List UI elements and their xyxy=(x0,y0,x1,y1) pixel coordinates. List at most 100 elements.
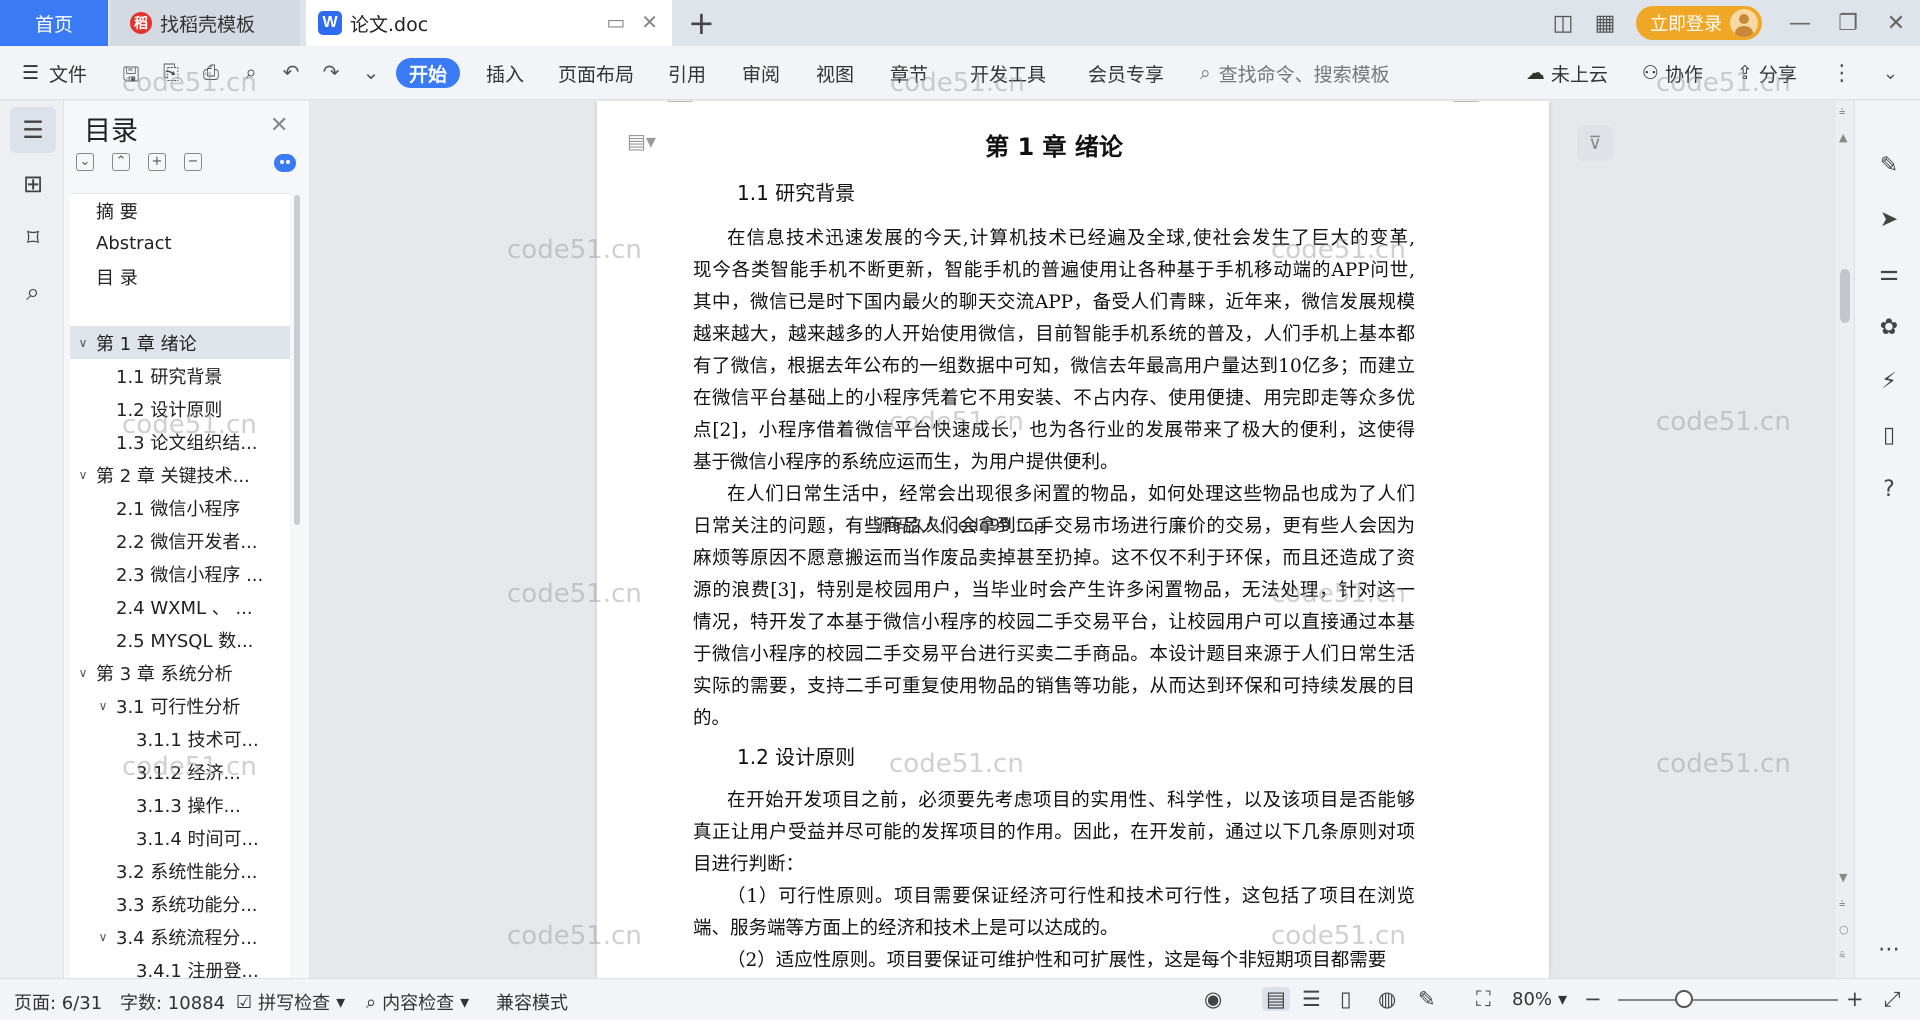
toc-item[interactable]: 2.1 微信小程序 xyxy=(70,491,290,524)
command-search[interactable]: ⌕ 查找命令、搜索模板 xyxy=(1200,58,1390,88)
navigation-pane-icon[interactable]: ⊞ xyxy=(10,161,56,207)
tab-document[interactable]: W 论文.doc ▭ ✕ xyxy=(306,0,672,46)
zoom-slider[interactable] xyxy=(1618,999,1838,1001)
toc-item[interactable]: Abstract xyxy=(70,227,290,260)
print-icon[interactable]: ⎙ xyxy=(198,60,224,94)
menu-member[interactable]: 会员专享 xyxy=(1088,58,1164,88)
apps-grid-icon[interactable]: ▦ xyxy=(1584,11,1626,36)
cloud-status[interactable]: ☁ 未上云 xyxy=(1526,60,1608,87)
save-icon[interactable]: 🖫 xyxy=(118,60,144,94)
content-check-button[interactable]: ⌕ 内容检查 ▾ xyxy=(366,989,469,1015)
reading-view-icon[interactable]: ▯ xyxy=(1340,987,1352,1011)
layout-icon[interactable]: ◫ xyxy=(1542,11,1584,36)
toc-item[interactable]: 3.1.1 技术可... xyxy=(70,722,290,755)
page-view-icon[interactable]: ▤ xyxy=(1262,987,1290,1011)
toc-item[interactable]: 1.1 研究背景 xyxy=(70,359,290,392)
document-page[interactable]: ▤▾ 第 1 章 绪论 1.1 研究背景 在信息技术迅速发展的今天,计算机技术已… xyxy=(597,101,1549,978)
monitor-icon[interactable]: ▭ xyxy=(606,10,625,34)
menu-review[interactable]: 审阅 xyxy=(742,58,780,88)
paragraph-menu-icon[interactable]: ▤▾ xyxy=(627,129,656,153)
menu-start[interactable]: 开始 xyxy=(396,58,460,88)
filter-icon[interactable]: ⊽ xyxy=(1577,125,1613,161)
menu-page-layout[interactable]: 页面布局 xyxy=(558,58,634,88)
reader-icon[interactable]: ▯ xyxy=(1875,423,1903,451)
share-button[interactable]: ⇪ 分享 xyxy=(1737,60,1797,87)
undo-icon[interactable]: ↶ xyxy=(278,60,304,94)
prev-page-icon[interactable]: ⩮ xyxy=(1839,897,1845,911)
pointer-icon[interactable]: ➤ xyxy=(1875,207,1903,235)
toc-item[interactable]: 3.2 系统性能分... xyxy=(70,854,290,887)
toc-item[interactable]: 3.1.2 经济... xyxy=(70,755,290,788)
toc-item[interactable]: 3.3 系统功能分... xyxy=(70,887,290,920)
page-indicator[interactable]: 页面: 6/31 xyxy=(14,989,102,1015)
sliders-icon[interactable]: ⚌ xyxy=(1875,261,1903,289)
menu-insert[interactable]: 插入 xyxy=(486,58,524,88)
scroll-top-icon[interactable]: ⩮ xyxy=(1839,105,1845,119)
close-panel-icon[interactable]: ✕ xyxy=(270,113,288,138)
outline-view-icon[interactable]: ☰ xyxy=(1302,987,1321,1011)
more-tools-icon[interactable]: ⋯ xyxy=(1875,937,1903,965)
collapse-up-icon[interactable]: ⌃ xyxy=(112,153,130,171)
menu-developer[interactable]: 开发工具 xyxy=(970,58,1046,88)
expand-chevron-icon[interactable]: ∨ xyxy=(76,666,90,680)
toc-item[interactable]: 2.4 WXML 、 ... xyxy=(70,590,290,623)
print-preview-icon[interactable]: ⌕ xyxy=(238,60,264,94)
close-window-icon[interactable]: ✕ xyxy=(1872,11,1920,36)
find-icon[interactable]: ⌕ xyxy=(10,269,56,315)
toc-item[interactable]: ∨ 第 3 章 系统分析 xyxy=(70,656,290,689)
expand-all-icon[interactable]: + xyxy=(148,153,166,171)
ai-brush-icon[interactable]: ✿ xyxy=(1875,315,1903,343)
zoom-out-icon[interactable]: − xyxy=(1584,987,1602,1011)
toc-item[interactable]: 摘 要 xyxy=(70,194,290,227)
toc-item[interactable]: ∨ 3.1 可行性分析 xyxy=(70,689,290,722)
zoom-in-icon[interactable]: + xyxy=(1846,987,1864,1011)
fullscreen-icon[interactable]: ⤢ xyxy=(1884,987,1901,1012)
eye-protection-icon[interactable]: ◉ xyxy=(1204,987,1222,1011)
customize-chevron-icon[interactable]: ⌄ xyxy=(358,60,384,94)
outline-panel-icon[interactable]: ☰ xyxy=(10,107,56,153)
expand-chevron-icon[interactable]: ∨ xyxy=(96,699,110,713)
expand-chevron-icon[interactable]: ∨ xyxy=(76,468,90,482)
toc-item[interactable]: 1.2 设计原则 xyxy=(70,392,290,425)
more-icon[interactable]: ⋮ xyxy=(1831,61,1853,86)
fit-page-icon[interactable]: ⛶ xyxy=(1476,987,1491,1012)
next-page-icon[interactable]: ⩯ xyxy=(1839,949,1845,963)
bookmark-icon[interactable]: ⌑ xyxy=(10,215,56,261)
scroll-up-icon[interactable]: ▲ xyxy=(1839,131,1847,144)
toc-item[interactable]: 2.3 微信小程序 ... xyxy=(70,557,290,590)
write-view-icon[interactable]: ✎ xyxy=(1418,987,1436,1011)
toc-item[interactable]: 2.2 微信开发者... xyxy=(70,524,290,557)
close-tab-icon[interactable]: ✕ xyxy=(641,10,658,34)
pen-icon[interactable]: ✎ xyxy=(1875,153,1903,181)
toc-item[interactable]: 目 录 xyxy=(70,260,290,293)
export-icon[interactable]: ⎘ xyxy=(158,60,184,94)
web-view-icon[interactable]: ◍ xyxy=(1378,987,1396,1011)
toc-item[interactable]: 3.1.3 操作... xyxy=(70,788,290,821)
menu-references[interactable]: 引用 xyxy=(668,58,706,88)
login-button[interactable]: 立即登录 xyxy=(1636,6,1762,40)
zoom-select[interactable]: 80% ▾ xyxy=(1512,989,1567,1010)
file-menu[interactable]: ☰ 文件 xyxy=(22,58,87,88)
help-icon[interactable]: ? xyxy=(1875,477,1903,505)
redo-icon[interactable]: ↷ xyxy=(318,60,344,94)
spell-check-button[interactable]: ☑ 拼写检查 ▾ xyxy=(236,989,345,1015)
toc-scrollbar[interactable] xyxy=(294,195,300,525)
scroll-down-icon[interactable]: ▼ xyxy=(1839,871,1847,884)
restore-icon[interactable]: ❐ xyxy=(1824,11,1872,36)
lightning-icon[interactable]: ⚡ xyxy=(1875,369,1903,397)
tab-home[interactable]: 首页 xyxy=(0,0,108,46)
toc-item[interactable]: 3.1.4 时间可... xyxy=(70,821,290,854)
tab-templates[interactable]: 稻 找稻壳模板 xyxy=(110,0,300,46)
toc-item[interactable]: ∨ 3.4 系统流程分... xyxy=(70,920,290,953)
minimize-icon[interactable]: — xyxy=(1776,11,1824,36)
toc-item[interactable]: 2.5 MYSQL 数... xyxy=(70,623,290,656)
expand-chevron-icon[interactable]: ∨ xyxy=(76,336,90,350)
expand-down-icon[interactable]: ⌄ xyxy=(76,153,94,171)
ai-assistant-icon[interactable] xyxy=(274,154,296,172)
collab-button[interactable]: ⚇ 协作 xyxy=(1642,60,1703,87)
collapse-all-icon[interactable]: − xyxy=(184,153,202,171)
toc-item[interactable]: ∨ 第 1 章 绪论 xyxy=(70,326,290,359)
collapse-ribbon-icon[interactable]: ⌄ xyxy=(1883,63,1898,84)
select-browse-icon[interactable]: ○ xyxy=(1839,923,1849,936)
menu-view[interactable]: 视图 xyxy=(816,58,854,88)
